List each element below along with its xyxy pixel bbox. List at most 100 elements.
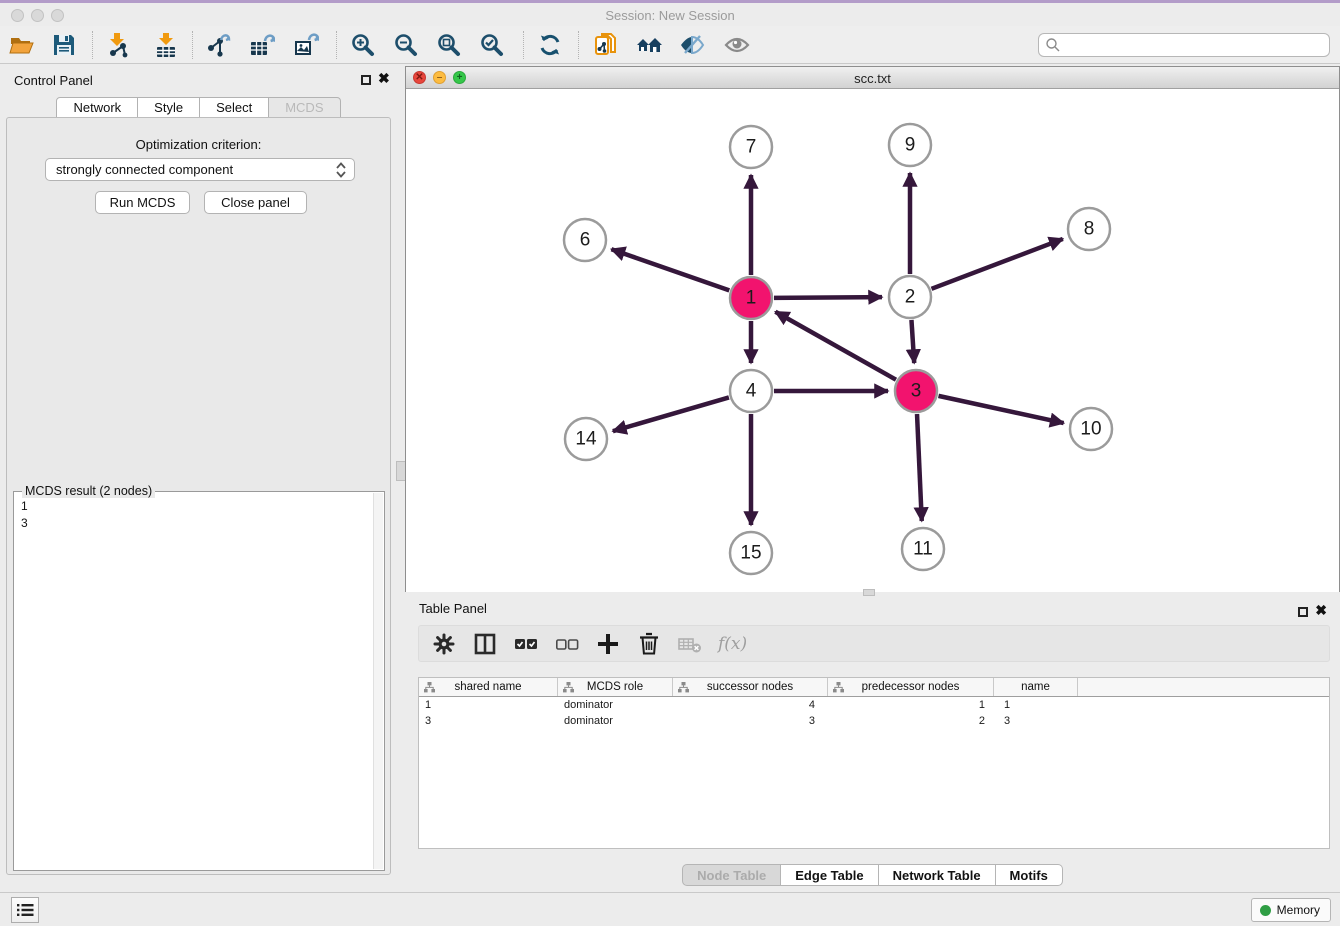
memory-status-dot (1260, 905, 1271, 916)
clone-network-icon[interactable] (593, 32, 619, 58)
zoom-out-icon[interactable] (393, 32, 419, 58)
application-window: { "window": { "title": "Session: New Ses… (0, 0, 1340, 926)
edge-3-1[interactable] (775, 312, 896, 380)
run-mcds-button[interactable]: Run MCDS (95, 191, 190, 214)
table-row[interactable]: 3 dominator 3 2 3 (419, 713, 1329, 729)
gear-icon[interactable] (431, 631, 457, 657)
eye-slash-icon[interactable] (679, 32, 705, 58)
edge-4-14[interactable] (613, 397, 729, 431)
cell-shared-name[interactable]: 3 (419, 713, 558, 729)
eye-icon[interactable] (724, 32, 750, 58)
control-panel-tabs: Network Style Select MCDS (0, 97, 397, 118)
tab-motifs[interactable]: Motifs (996, 864, 1063, 886)
tab-mcds[interactable]: MCDS (269, 97, 340, 118)
cell-successor-nodes[interactable]: 3 (673, 713, 828, 729)
export-table-icon[interactable] (249, 32, 275, 58)
mcds-result-line: 1 (21, 498, 28, 515)
function-builder-icon[interactable]: f(x) (718, 634, 747, 654)
float-table-panel-icon[interactable] (1298, 607, 1308, 617)
close-table-panel-icon[interactable]: ✖ (1315, 602, 1327, 619)
export-image-icon[interactable] (293, 32, 319, 58)
edge-2-3[interactable] (911, 320, 914, 363)
network-window-titlebar[interactable]: ✕ – + scc.txt (406, 67, 1339, 89)
tab-select[interactable]: Select (200, 97, 269, 118)
task-history-button[interactable] (11, 897, 39, 923)
close-panel-icon[interactable]: ✖ (378, 70, 390, 87)
edge-1-2[interactable] (774, 297, 882, 298)
hierarchy-icon (563, 682, 574, 693)
column-header-mcds-role[interactable]: MCDS role (558, 678, 673, 696)
node-label-3: 3 (911, 381, 922, 402)
delete-column-icon[interactable] (636, 631, 662, 657)
column-header-shared-name[interactable]: shared name (419, 678, 558, 696)
table-tabs: Node Table Edge Table Network Table Moti… (405, 864, 1340, 886)
memory-label: Memory (1277, 903, 1320, 917)
optimization-criterion-select[interactable]: strongly connected component (45, 158, 355, 181)
column-header-name[interactable]: name (994, 678, 1078, 696)
node-label-11: 11 (913, 539, 933, 560)
table-row[interactable]: 1 dominator 4 1 1 (419, 697, 1329, 713)
cell-name[interactable]: 1 (994, 697, 1078, 713)
status-bar: Memory (0, 892, 1340, 926)
table-header-row: shared name MCDS role successor nodes pr… (419, 678, 1329, 697)
save-floppy-icon[interactable] (51, 32, 77, 58)
add-column-icon[interactable] (595, 631, 621, 657)
import-table-icon[interactable] (153, 32, 179, 58)
edge-2-8[interactable] (932, 239, 1063, 289)
split-panel-icon[interactable] (472, 631, 498, 657)
import-network-icon[interactable] (104, 32, 130, 58)
column-header-label: predecessor nodes (862, 681, 960, 693)
edge-3-11[interactable] (917, 414, 922, 521)
hierarchy-icon (678, 682, 689, 693)
table-toolbar: f(x) (418, 625, 1330, 662)
refresh-icon[interactable] (537, 32, 563, 58)
cell-name[interactable]: 3 (994, 713, 1078, 729)
cell-shared-name[interactable]: 1 (419, 697, 558, 713)
mcds-result-text[interactable]: 1 3 (14, 494, 35, 536)
search-input[interactable] (1061, 38, 1329, 52)
float-panel-icon[interactable] (361, 75, 371, 85)
cell-successor-nodes[interactable]: 4 (673, 697, 828, 713)
search-icon (1045, 37, 1061, 53)
network-canvas[interactable]: 7968124314101511 (406, 89, 1339, 592)
control-panel-title: Control Panel (14, 73, 93, 88)
titlebar: Session: New Session (0, 3, 1340, 26)
open-folder-icon[interactable] (9, 32, 35, 58)
optimization-criterion-value: strongly connected component (56, 162, 233, 177)
hierarchy-icon (833, 682, 844, 693)
result-scrollbar[interactable] (373, 493, 383, 869)
mcds-result-legend: MCDS result (2 nodes) (22, 484, 155, 498)
cell-mcds-role[interactable]: dominator (558, 713, 673, 729)
export-network-icon[interactable] (206, 32, 232, 58)
houses-icon[interactable] (636, 32, 662, 58)
zoom-fit-icon[interactable] (436, 32, 462, 58)
node-label-6: 6 (580, 230, 591, 251)
delete-table-icon[interactable] (677, 631, 703, 657)
deselect-all-icon[interactable] (554, 631, 580, 657)
tab-network[interactable]: Network (56, 97, 138, 118)
table-panel: Table Panel ✖ (405, 596, 1340, 890)
cell-predecessor-nodes[interactable]: 2 (828, 713, 994, 729)
mcds-result-box: MCDS result (2 nodes) 1 3 (13, 491, 385, 871)
horizontal-splitter-grip[interactable] (863, 589, 875, 596)
close-panel-button[interactable]: Close panel (204, 191, 307, 214)
tab-network-table[interactable]: Network Table (879, 864, 996, 886)
column-header-successor-nodes[interactable]: successor nodes (673, 678, 828, 696)
cell-predecessor-nodes[interactable]: 1 (828, 697, 994, 713)
edge-1-6[interactable] (611, 249, 729, 290)
zoom-in-icon[interactable] (350, 32, 376, 58)
column-header-predecessor-nodes[interactable]: predecessor nodes (828, 678, 994, 696)
tab-style[interactable]: Style (138, 97, 200, 118)
cell-mcds-role[interactable]: dominator (558, 697, 673, 713)
memory-button[interactable]: Memory (1251, 898, 1331, 922)
network-window: ✕ – + scc.txt 7968124314101511 (405, 66, 1340, 592)
list-icon (17, 903, 34, 917)
control-panel: Control Panel ✖ Network Style Select MCD… (0, 64, 397, 892)
select-all-icon[interactable] (513, 631, 539, 657)
edge-3-10[interactable] (938, 396, 1063, 423)
zoom-selected-icon[interactable] (479, 32, 505, 58)
node-label-7: 7 (746, 137, 757, 158)
mcds-result-line: 3 (21, 515, 28, 532)
tab-node-table[interactable]: Node Table (682, 864, 781, 886)
tab-edge-table[interactable]: Edge Table (781, 864, 878, 886)
